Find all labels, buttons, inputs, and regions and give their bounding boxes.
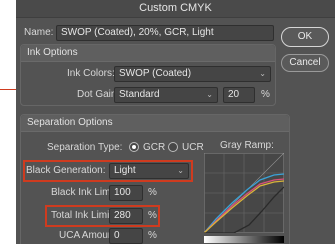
custom-cmyk-dialog: Custom CMYK Name: SWOP (Coated), 20%, GC…	[16, 0, 335, 244]
dot-gain-mode: Standard	[119, 89, 160, 100]
ok-button[interactable]: OK	[281, 27, 329, 47]
name-field[interactable]: SWOP (Coated), 20%, GCR, Light	[56, 25, 274, 41]
cancel-button-label: Cancel	[289, 57, 321, 68]
uca-amount-unit: %	[148, 230, 157, 241]
gray-ramp-gradient	[204, 236, 284, 243]
ucr-radio[interactable]	[168, 142, 178, 152]
ucr-label: UCR	[182, 142, 204, 153]
ink-colors-value: SWOP (Coated)	[119, 68, 192, 79]
ink-options-title: Ink Options	[21, 45, 275, 62]
total-ink-limit-highlight	[45, 205, 160, 227]
ok-button-label: OK	[297, 31, 313, 42]
separation-type-label: Separation Type:	[47, 142, 123, 153]
ink-colors-select[interactable]: SWOP (Coated) ⌄	[114, 66, 271, 82]
gcr-label: GCR	[143, 142, 166, 153]
dot-gain-unit: %	[261, 89, 270, 100]
black-generation-highlight	[23, 160, 193, 182]
dialog-title: Custom CMYK	[16, 0, 335, 18]
dot-gain-select[interactable]: Standard ⌄	[114, 87, 218, 103]
uca-amount-input[interactable]: 0	[109, 228, 143, 244]
black-ink-limit-unit: %	[148, 187, 157, 198]
ink-colors-label: Ink Colors:	[67, 68, 115, 79]
dot-gain-input[interactable]: 20	[223, 87, 255, 103]
chevron-down-icon: ⌄	[259, 69, 266, 78]
gray-ramp-graph	[204, 153, 284, 233]
separation-options-group: Separation Options Separation Type: GCR …	[20, 114, 290, 244]
black-ink-limit-input[interactable]: 100	[109, 185, 143, 201]
gray-ramp-label: Gray Ramp:	[220, 140, 274, 151]
cancel-button[interactable]: Cancel	[281, 54, 329, 72]
gcr-radio[interactable]	[129, 142, 139, 152]
ink-options-group: Ink Options Ink Colors: SWOP (Coated) ⌄ …	[20, 44, 276, 106]
dot-gain-label: Dot Gain:	[77, 89, 120, 100]
chevron-down-icon: ⌄	[206, 90, 213, 99]
separation-options-title: Separation Options	[21, 115, 289, 132]
name-label: Name:	[24, 27, 54, 38]
